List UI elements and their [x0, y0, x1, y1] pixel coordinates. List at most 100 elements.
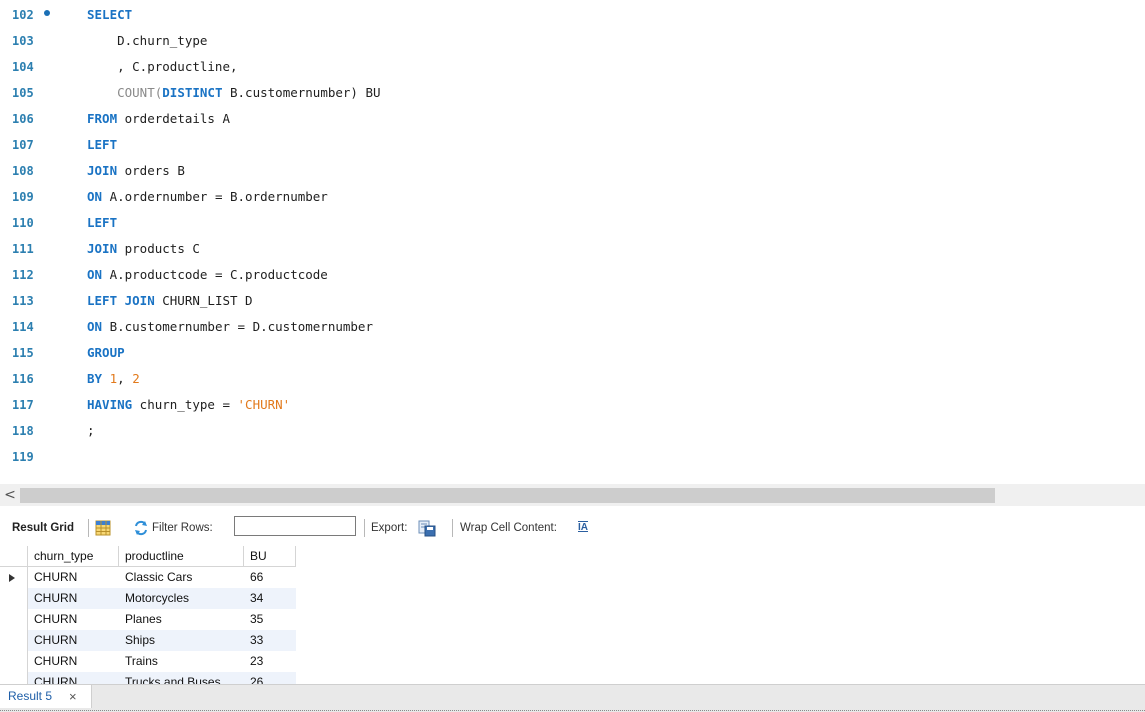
column-header-churn-type[interactable]: churn_type — [28, 546, 119, 567]
code-token: CHURN_LIST D — [154, 293, 253, 308]
table-cell[interactable]: CHURN — [28, 672, 119, 684]
line-number: 111 — [12, 242, 34, 256]
code-token: , C.productline, — [87, 59, 238, 74]
row-header[interactable] — [0, 567, 28, 588]
table-row[interactable]: CHURN Classic Cars 66 — [0, 567, 296, 588]
code-line[interactable]: 118; — [0, 418, 1145, 444]
refresh-filter-icon[interactable] — [133, 520, 149, 536]
code-token: DISTINCT — [162, 85, 223, 100]
column-header-bu[interactable]: BU — [244, 546, 296, 567]
code-line[interactable]: 113 LEFT JOIN CHURN_LIST D — [0, 288, 1145, 314]
table-cell[interactable]: 33 — [244, 630, 296, 651]
code-token: products C — [117, 241, 200, 256]
code-line[interactable]: 117 HAVING churn_type = 'CHURN' — [0, 392, 1145, 418]
code-text: LEFT — [87, 210, 117, 236]
table-cell[interactable]: Trucks and Buses — [119, 672, 244, 684]
toolbar-divider — [364, 519, 365, 537]
table-cell[interactable]: CHURN — [28, 630, 119, 651]
table-cell[interactable]: Motorcycles — [119, 588, 244, 609]
toolbar-divider — [88, 519, 89, 537]
code-line[interactable]: 112 ON A.productcode = C.productcode — [0, 262, 1145, 288]
line-number: 109 — [12, 190, 34, 204]
table-cell[interactable]: CHURN — [28, 588, 119, 609]
table-row[interactable]: CHURN Planes 35 — [0, 609, 296, 630]
table-cell[interactable]: CHURN — [28, 567, 119, 588]
table-row[interactable]: CHURN Ships 33 — [0, 630, 296, 651]
table-cell[interactable]: 35 — [244, 609, 296, 630]
column-header-productline[interactable]: productline — [119, 546, 244, 567]
code-token: A.ordernumber = B.ordernumber — [102, 189, 328, 204]
wrap-cell-content-label: Wrap Cell Content: — [460, 522, 557, 534]
line-number: 103 — [12, 34, 34, 48]
editor-horizontal-scrollbar[interactable]: < — [0, 484, 1145, 506]
code-text: , C.productline, — [87, 54, 238, 80]
table-cell[interactable]: CHURN — [28, 609, 119, 630]
table-cell[interactable]: Trains — [119, 651, 244, 672]
code-line[interactable]: 106 FROM orderdetails A — [0, 106, 1145, 132]
filter-rows-label: Filter Rows: — [152, 522, 213, 534]
code-text: GROUP — [87, 340, 125, 366]
code-line[interactable]: 107 LEFT — [0, 132, 1145, 158]
table-cell[interactable]: CHURN — [28, 651, 119, 672]
code-text: ON B.customernumber = D.customernumber — [87, 314, 373, 340]
table-cell[interactable]: Planes — [119, 609, 244, 630]
scroll-left-arrow-icon[interactable]: < — [3, 485, 17, 505]
code-line[interactable]: 108 JOIN orders B — [0, 158, 1145, 184]
code-line[interactable]: 111 JOIN products C — [0, 236, 1145, 262]
close-tab-icon[interactable]: × — [69, 685, 77, 708]
table-row[interactable]: CHURN Motorcycles 34 — [0, 588, 296, 609]
code-line[interactable]: 116 BY 1, 2 — [0, 366, 1145, 392]
code-line[interactable]: 103 D.churn_type — [0, 28, 1145, 54]
line-number: 119 — [12, 450, 34, 464]
row-header[interactable] — [0, 588, 28, 609]
code-token: JOIN — [87, 241, 118, 256]
result-tab-label: Result 5 — [8, 689, 53, 703]
sql-editor[interactable]: 102 SELECT 103 D.churn_type 104 , C.product… — [0, 0, 1145, 483]
code-text: SELECT — [87, 2, 132, 28]
code-token: FROM — [87, 111, 118, 126]
code-token: B.customernumber = D.customernumber — [102, 319, 373, 334]
code-line[interactable]: 109 ON A.ordernumber = B.ordernumber — [0, 184, 1145, 210]
code-line[interactable]: 102 SELECT — [0, 2, 1145, 28]
code-token: ; — [87, 423, 95, 438]
result-grid-tab-label[interactable]: Result Grid — [12, 522, 74, 534]
code-token: JOIN — [87, 163, 118, 178]
code-line[interactable]: 105 COUNT(DISTINCT B.customernumber) BU — [0, 80, 1145, 106]
table-row[interactable]: CHURN Trains 23 — [0, 651, 296, 672]
row-header[interactable] — [0, 651, 28, 672]
export-icon[interactable] — [418, 519, 436, 537]
result-5-tab[interactable]: Result 5 × — [0, 685, 92, 708]
code-line[interactable]: 104 , C.productline, — [0, 54, 1145, 80]
code-line[interactable]: 114 ON B.customernumber = D.customernumbe… — [0, 314, 1145, 340]
grid-corner — [0, 546, 28, 567]
table-cell[interactable]: Ships — [119, 630, 244, 651]
grid-view-icon[interactable] — [95, 520, 111, 536]
code-line[interactable]: 115 GROUP — [0, 340, 1145, 366]
code-line[interactable]: 119 — [0, 444, 1145, 470]
code-text: ; — [87, 418, 95, 444]
code-text: HAVING churn_type = 'CHURN' — [87, 392, 290, 418]
result-grid[interactable]: churn_type productline BU CHURN Classic Cars… — [0, 546, 1145, 684]
code-token: 2 — [132, 371, 140, 386]
table-cell[interactable]: 66 — [244, 567, 296, 588]
code-line[interactable]: 110 LEFT — [0, 210, 1145, 236]
code-token: A.productcode = C.productcode — [102, 267, 328, 282]
row-header[interactable] — [0, 672, 28, 684]
code-text: LEFT — [87, 132, 117, 158]
line-number: 106 — [12, 112, 34, 126]
code-text: ON A.productcode = C.productcode — [87, 262, 328, 288]
table-cell[interactable]: 34 — [244, 588, 296, 609]
line-number: 114 — [12, 320, 34, 334]
filter-rows-input[interactable] — [234, 516, 356, 536]
wrap-cell-content-icon[interactable]: IA — [578, 522, 588, 533]
table-cell[interactable]: 26 — [244, 672, 296, 684]
line-number: 110 — [12, 216, 34, 230]
row-header[interactable] — [0, 630, 28, 651]
row-header[interactable] — [0, 609, 28, 630]
code-token: LEFT — [87, 137, 118, 152]
table-cell[interactable]: Classic Cars — [119, 567, 244, 588]
table-row[interactable]: CHURN Trucks and Buses 26 — [0, 672, 296, 684]
tab-strip-divider — [0, 710, 1145, 711]
table-cell[interactable]: 23 — [244, 651, 296, 672]
scrollbar-thumb[interactable] — [20, 488, 995, 503]
